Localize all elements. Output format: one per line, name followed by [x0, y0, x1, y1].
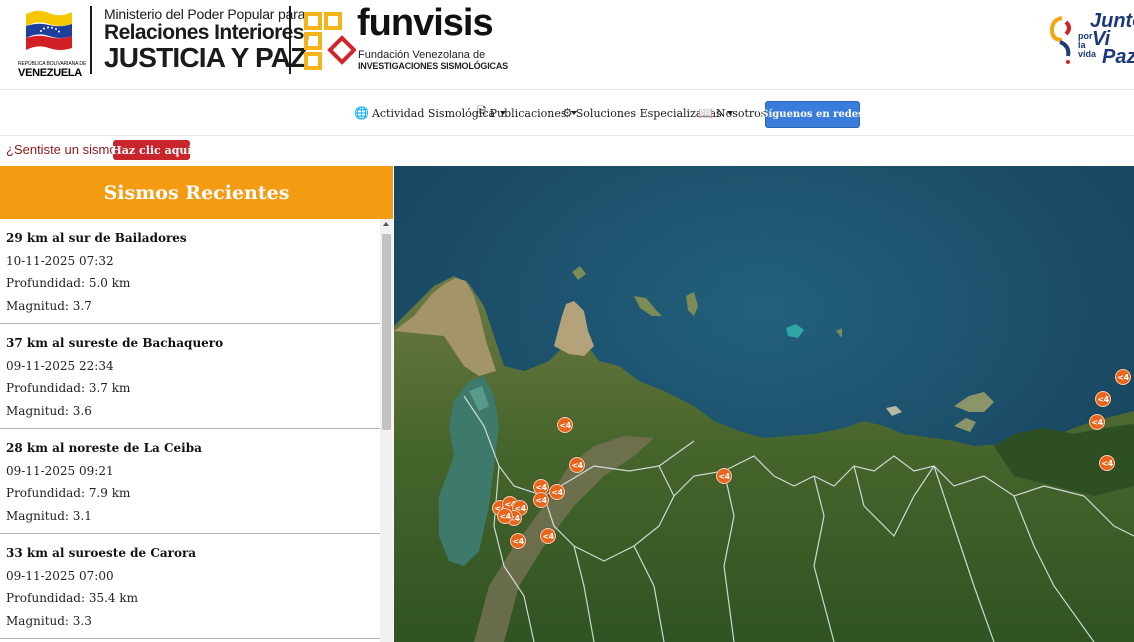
- quake-location: 29 km al sur de Bailadores: [6, 231, 187, 245]
- venezuela-flag-logo[interactable]: REPÚBLICA BOLIVARIANA DE VENEZUELA: [18, 4, 86, 80]
- quake-marker[interactable]: <4: [716, 468, 732, 484]
- quake-marker[interactable]: <4: [557, 417, 573, 433]
- satellite-basemap: [394, 166, 1134, 642]
- quake-magnitude: Magnitud: 3.3: [6, 614, 92, 628]
- quake-datetime: 10-11-2025 07:32: [6, 254, 114, 268]
- quake-datetime: 09-11-2025 22:34: [6, 359, 114, 373]
- quake-marker[interactable]: <4: [1089, 414, 1105, 430]
- funvisis-subtitle-1: Fundación Venezolana de: [358, 49, 486, 61]
- quake-datetime: 09-11-2025 09:21: [6, 464, 114, 478]
- header-divider: [289, 6, 291, 74]
- quake-item[interactable]: 29 km al sur de Bailadores 10-11-2025 07…: [0, 219, 380, 324]
- quake-list-scrollbar[interactable]: [380, 219, 393, 642]
- felt-quake-question: ¿Sentiste un sismo?: [6, 142, 124, 157]
- quake-depth: Profundidad: 3.7 km: [6, 381, 131, 395]
- book-icon: 📖: [698, 106, 713, 120]
- quake-list[interactable]: 29 km al sur de Bailadores 10-11-2025 07…: [0, 219, 380, 642]
- scrollbar-thumb[interactable]: [382, 234, 391, 430]
- quake-magnitude: Magnitud: 3.7: [6, 299, 92, 313]
- quake-marker[interactable]: <4: [497, 508, 513, 524]
- quake-item[interactable]: 33 km al suroeste de Carora 09-11-2025 0…: [0, 534, 380, 639]
- ministry-logo[interactable]: Ministerio del Poder Popular para Relaci…: [104, 6, 310, 73]
- quake-marker[interactable]: <4: [1115, 369, 1131, 385]
- quake-datetime: 09-11-2025 07:00: [6, 569, 114, 583]
- quake-marker[interactable]: <4: [1099, 455, 1115, 471]
- quake-depth: Profundidad: 35.4 km: [6, 591, 139, 605]
- quake-marker[interactable]: <4: [1095, 391, 1111, 407]
- quake-item[interactable]: 28 km al noreste de La Ceiba 09-11-2025 …: [0, 429, 380, 534]
- juntos-paz: Paz: [1102, 46, 1134, 68]
- follow-social-button[interactable]: "Síguenos en redes": [756, 101, 869, 128]
- quake-marker[interactable]: <4: [540, 528, 556, 544]
- gear-icon: ⚙: [562, 106, 573, 120]
- funvisis-subtitle-2: INVESTIGACIONES SISMOLÓGICAS: [358, 61, 508, 71]
- quake-marker[interactable]: <4: [533, 492, 549, 508]
- quake-magnitude: Magnitud: 3.6: [6, 404, 92, 418]
- venezuela-flag-icon: [26, 10, 72, 50]
- header-divider: [90, 6, 92, 74]
- quake-marker[interactable]: <4: [569, 457, 585, 473]
- funvisis-logo-icon[interactable]: [304, 12, 356, 72]
- ministry-line-2: Relaciones Interiores,: [104, 21, 310, 44]
- ministry-line-1: Ministerio del Poder Popular para: [104, 6, 306, 22]
- quake-location: 33 km al suroeste de Carora: [6, 546, 197, 560]
- juntos-small: por la vida: [1078, 31, 1097, 59]
- quake-marker[interactable]: <4: [510, 533, 526, 549]
- recent-quakes-panel: Sismos Recientes 29 km al sur de Bailado…: [0, 166, 393, 642]
- recent-quakes-title: Sismos Recientes: [0, 166, 393, 219]
- globe-icon: 🌐: [354, 106, 369, 120]
- quake-location: 28 km al noreste de La Ceiba: [6, 441, 202, 455]
- quake-marker[interactable]: <4: [549, 484, 565, 500]
- document-icon: 🗎: [477, 104, 487, 119]
- quake-item[interactable]: 37 km al sureste de Bachaquero 09-11-202…: [0, 324, 380, 429]
- quake-depth: Profundidad: 7.9 km: [6, 486, 131, 500]
- report-felt-quake-button[interactable]: Haz clic aquí: [111, 140, 192, 160]
- scroll-up-arrow-icon[interactable]: [383, 222, 389, 226]
- ministry-line-3: JUSTICIA Y PAZ: [104, 42, 307, 73]
- quake-magnitude: Magnitud: 3.1: [6, 509, 92, 523]
- quake-depth: Profundidad: 5.0 km: [6, 276, 131, 290]
- quake-location: 37 km al sureste de Bachaquero: [6, 336, 224, 350]
- nav-label: Publicaciones: [489, 106, 567, 120]
- main-navbar: 🌐 Actividad Sismológica 🗎 Publicaciones …: [0, 89, 1134, 136]
- juntos-logo-icon[interactable]: [1048, 12, 1074, 64]
- country-name: VENEZUELA: [18, 67, 82, 79]
- funvisis-wordmark: funvisis: [357, 2, 494, 44]
- site-header: REPÚBLICA BOLIVARIANA DE VENEZUELA Minis…: [0, 0, 1134, 88]
- juntos-slogan: Junto por la vida Vi Paz: [1076, 10, 1134, 70]
- seismic-map[interactable]: <4 <4 <4 <4 <4 <4 <4 <4 <4 <4 <4 <4 <4 <…: [394, 166, 1134, 642]
